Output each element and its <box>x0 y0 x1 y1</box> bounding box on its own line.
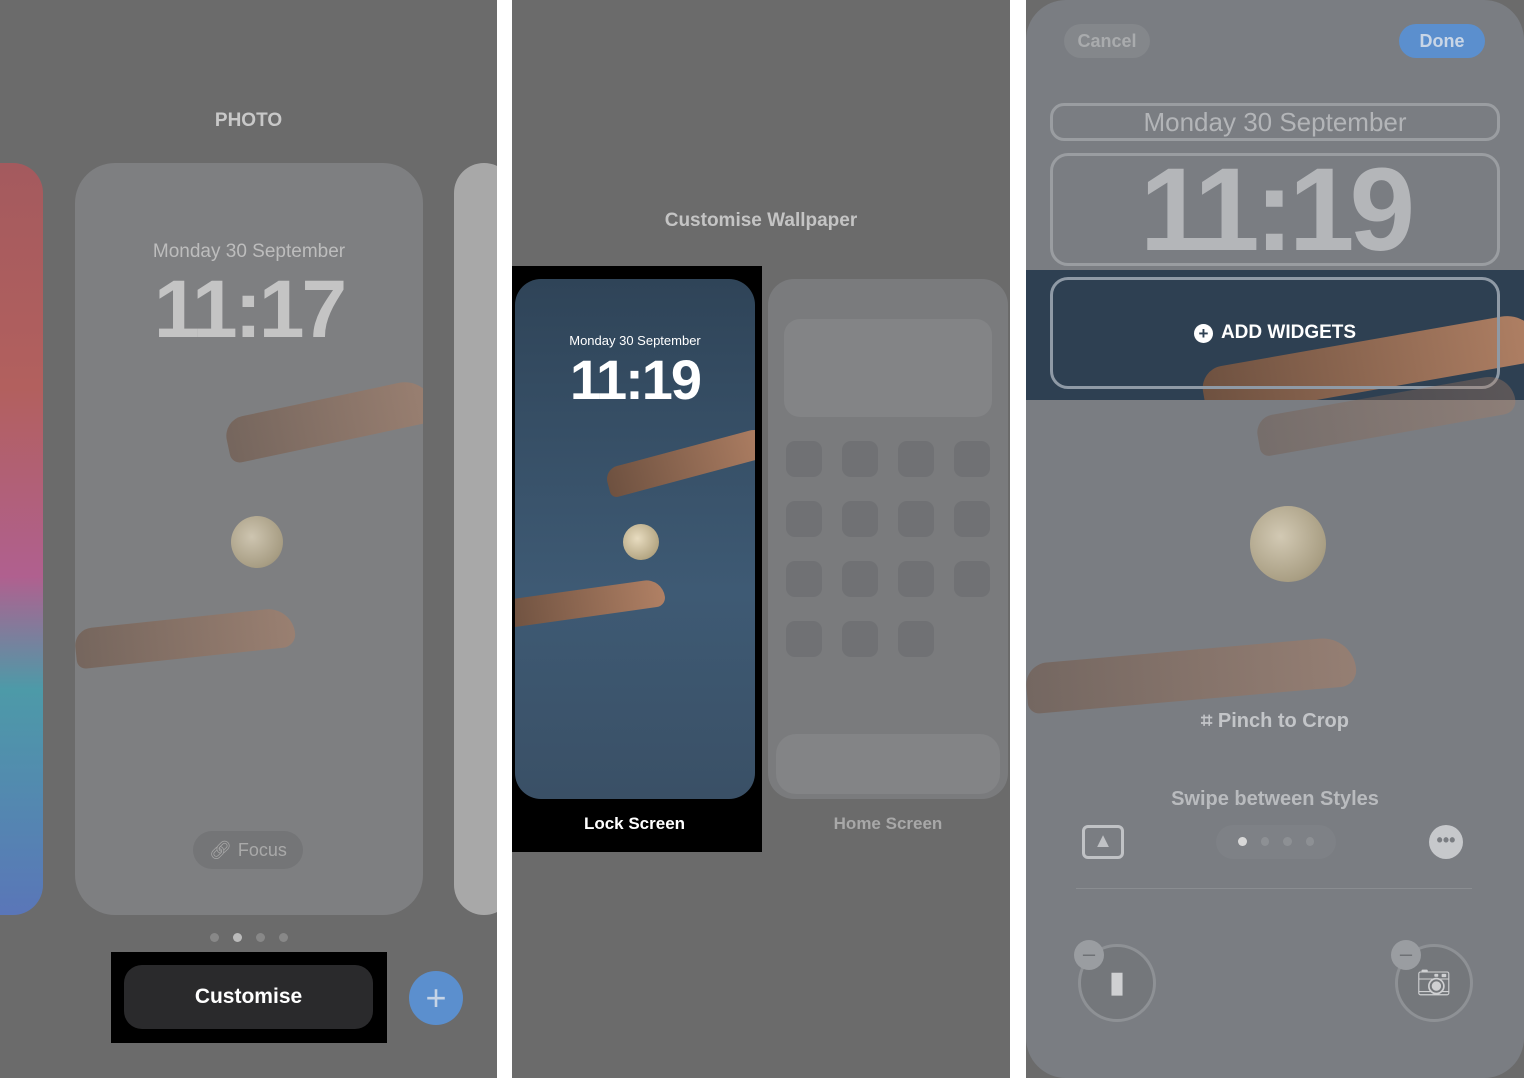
more-button[interactable]: ••• <box>1429 825 1463 859</box>
lock-screen-label: Lock Screen <box>583 814 686 833</box>
hand-image <box>515 578 667 628</box>
home-screen-preview[interactable] <box>768 279 1008 799</box>
pinch-label: Pinch to Crop <box>1217 710 1349 732</box>
app-grid <box>786 441 990 657</box>
plus-circle-icon: + <box>1193 323 1213 343</box>
pinch-to-crop-hint: ⌗ Pinch to Crop <box>1026 710 1524 733</box>
flashlight-icon: ▮ <box>1108 966 1126 999</box>
lock-date: Monday 30 September <box>569 333 701 348</box>
add-wallpaper-button[interactable]: + <box>409 971 463 1025</box>
moon-image <box>231 516 283 568</box>
focus-label: Focus <box>237 839 287 860</box>
style-dot <box>1283 837 1292 846</box>
add-widgets-label: ADD WIDGETS <box>1220 322 1357 343</box>
remove-flashlight-button[interactable]: – <box>1074 940 1104 970</box>
ellipsis-icon: ••• <box>1436 830 1456 850</box>
lock-screen-preview[interactable]: Monday 30 September 11:19 <box>515 279 755 799</box>
hand-image <box>222 376 423 465</box>
camera-icon: 📷︎ <box>1416 967 1452 998</box>
page-dot <box>279 933 288 942</box>
page-indicator[interactable] <box>210 933 288 942</box>
widget-placeholder <box>784 319 992 417</box>
add-widgets-button[interactable]: + ADD WIDGETS <box>1050 277 1500 389</box>
customise-wallpaper-panel: Customise Wallpaper Monday 30 September … <box>512 0 1010 1078</box>
date-widget[interactable]: Monday 30 September <box>1050 103 1500 141</box>
lock-screen-highlight[interactable]: Monday 30 September 11:19 Lock Screen <box>512 266 762 852</box>
lock-screen-editor-panel: Cancel Done Monday 30 September 11:19 + … <box>1026 0 1524 1078</box>
moon-image <box>1250 506 1326 582</box>
style-label: PHOTO <box>214 110 283 131</box>
lock-date: Monday 30 September <box>152 241 346 262</box>
next-wallpaper-card[interactable] <box>454 163 497 915</box>
add-widgets-highlight: + ADD WIDGETS <box>1026 270 1524 400</box>
hand-image <box>75 606 297 670</box>
moon-image <box>623 524 659 560</box>
customise-title: Customise Wallpaper <box>664 210 858 231</box>
page-dot-active <box>233 933 242 942</box>
crop-icon: ⌗ <box>1201 710 1213 732</box>
remove-camera-button[interactable]: – <box>1391 940 1421 970</box>
hand-image <box>604 425 755 499</box>
done-button[interactable]: Done <box>1399 24 1485 58</box>
plus-icon: + <box>425 977 447 1018</box>
wallpaper-card[interactable]: Monday 30 September 11:17 🔗︎ Focus <box>75 163 423 915</box>
lock-time: 11:17 <box>153 264 347 355</box>
swipe-styles-hint: Swipe between Styles <box>1171 788 1379 810</box>
previous-wallpaper-card[interactable] <box>0 163 43 915</box>
wallpaper-gallery-panel: PHOTO Monday 30 September 11:17 🔗︎ Focus … <box>0 0 497 1078</box>
style-dot <box>1305 837 1314 846</box>
lock-time: 11:19 <box>569 348 702 411</box>
clock-widget[interactable]: 11:19 <box>1050 151 1500 269</box>
page-dot <box>256 933 265 942</box>
photos-icon[interactable]: ▲ <box>1082 825 1124 859</box>
dock <box>776 734 1000 794</box>
focus-button[interactable]: 🔗︎ Focus <box>193 831 303 869</box>
divider <box>1076 888 1472 889</box>
style-indicator[interactable] <box>1216 825 1336 859</box>
page-dot <box>210 933 219 942</box>
link-icon: 🔗︎ <box>209 839 232 860</box>
home-screen-label: Home Screen <box>833 814 943 833</box>
customise-button[interactable]: Customise <box>124 965 373 1029</box>
customise-highlight: Customise <box>111 952 387 1043</box>
style-dot <box>1260 837 1269 846</box>
cancel-button[interactable]: Cancel <box>1064 24 1150 58</box>
style-dot-active <box>1238 837 1247 846</box>
